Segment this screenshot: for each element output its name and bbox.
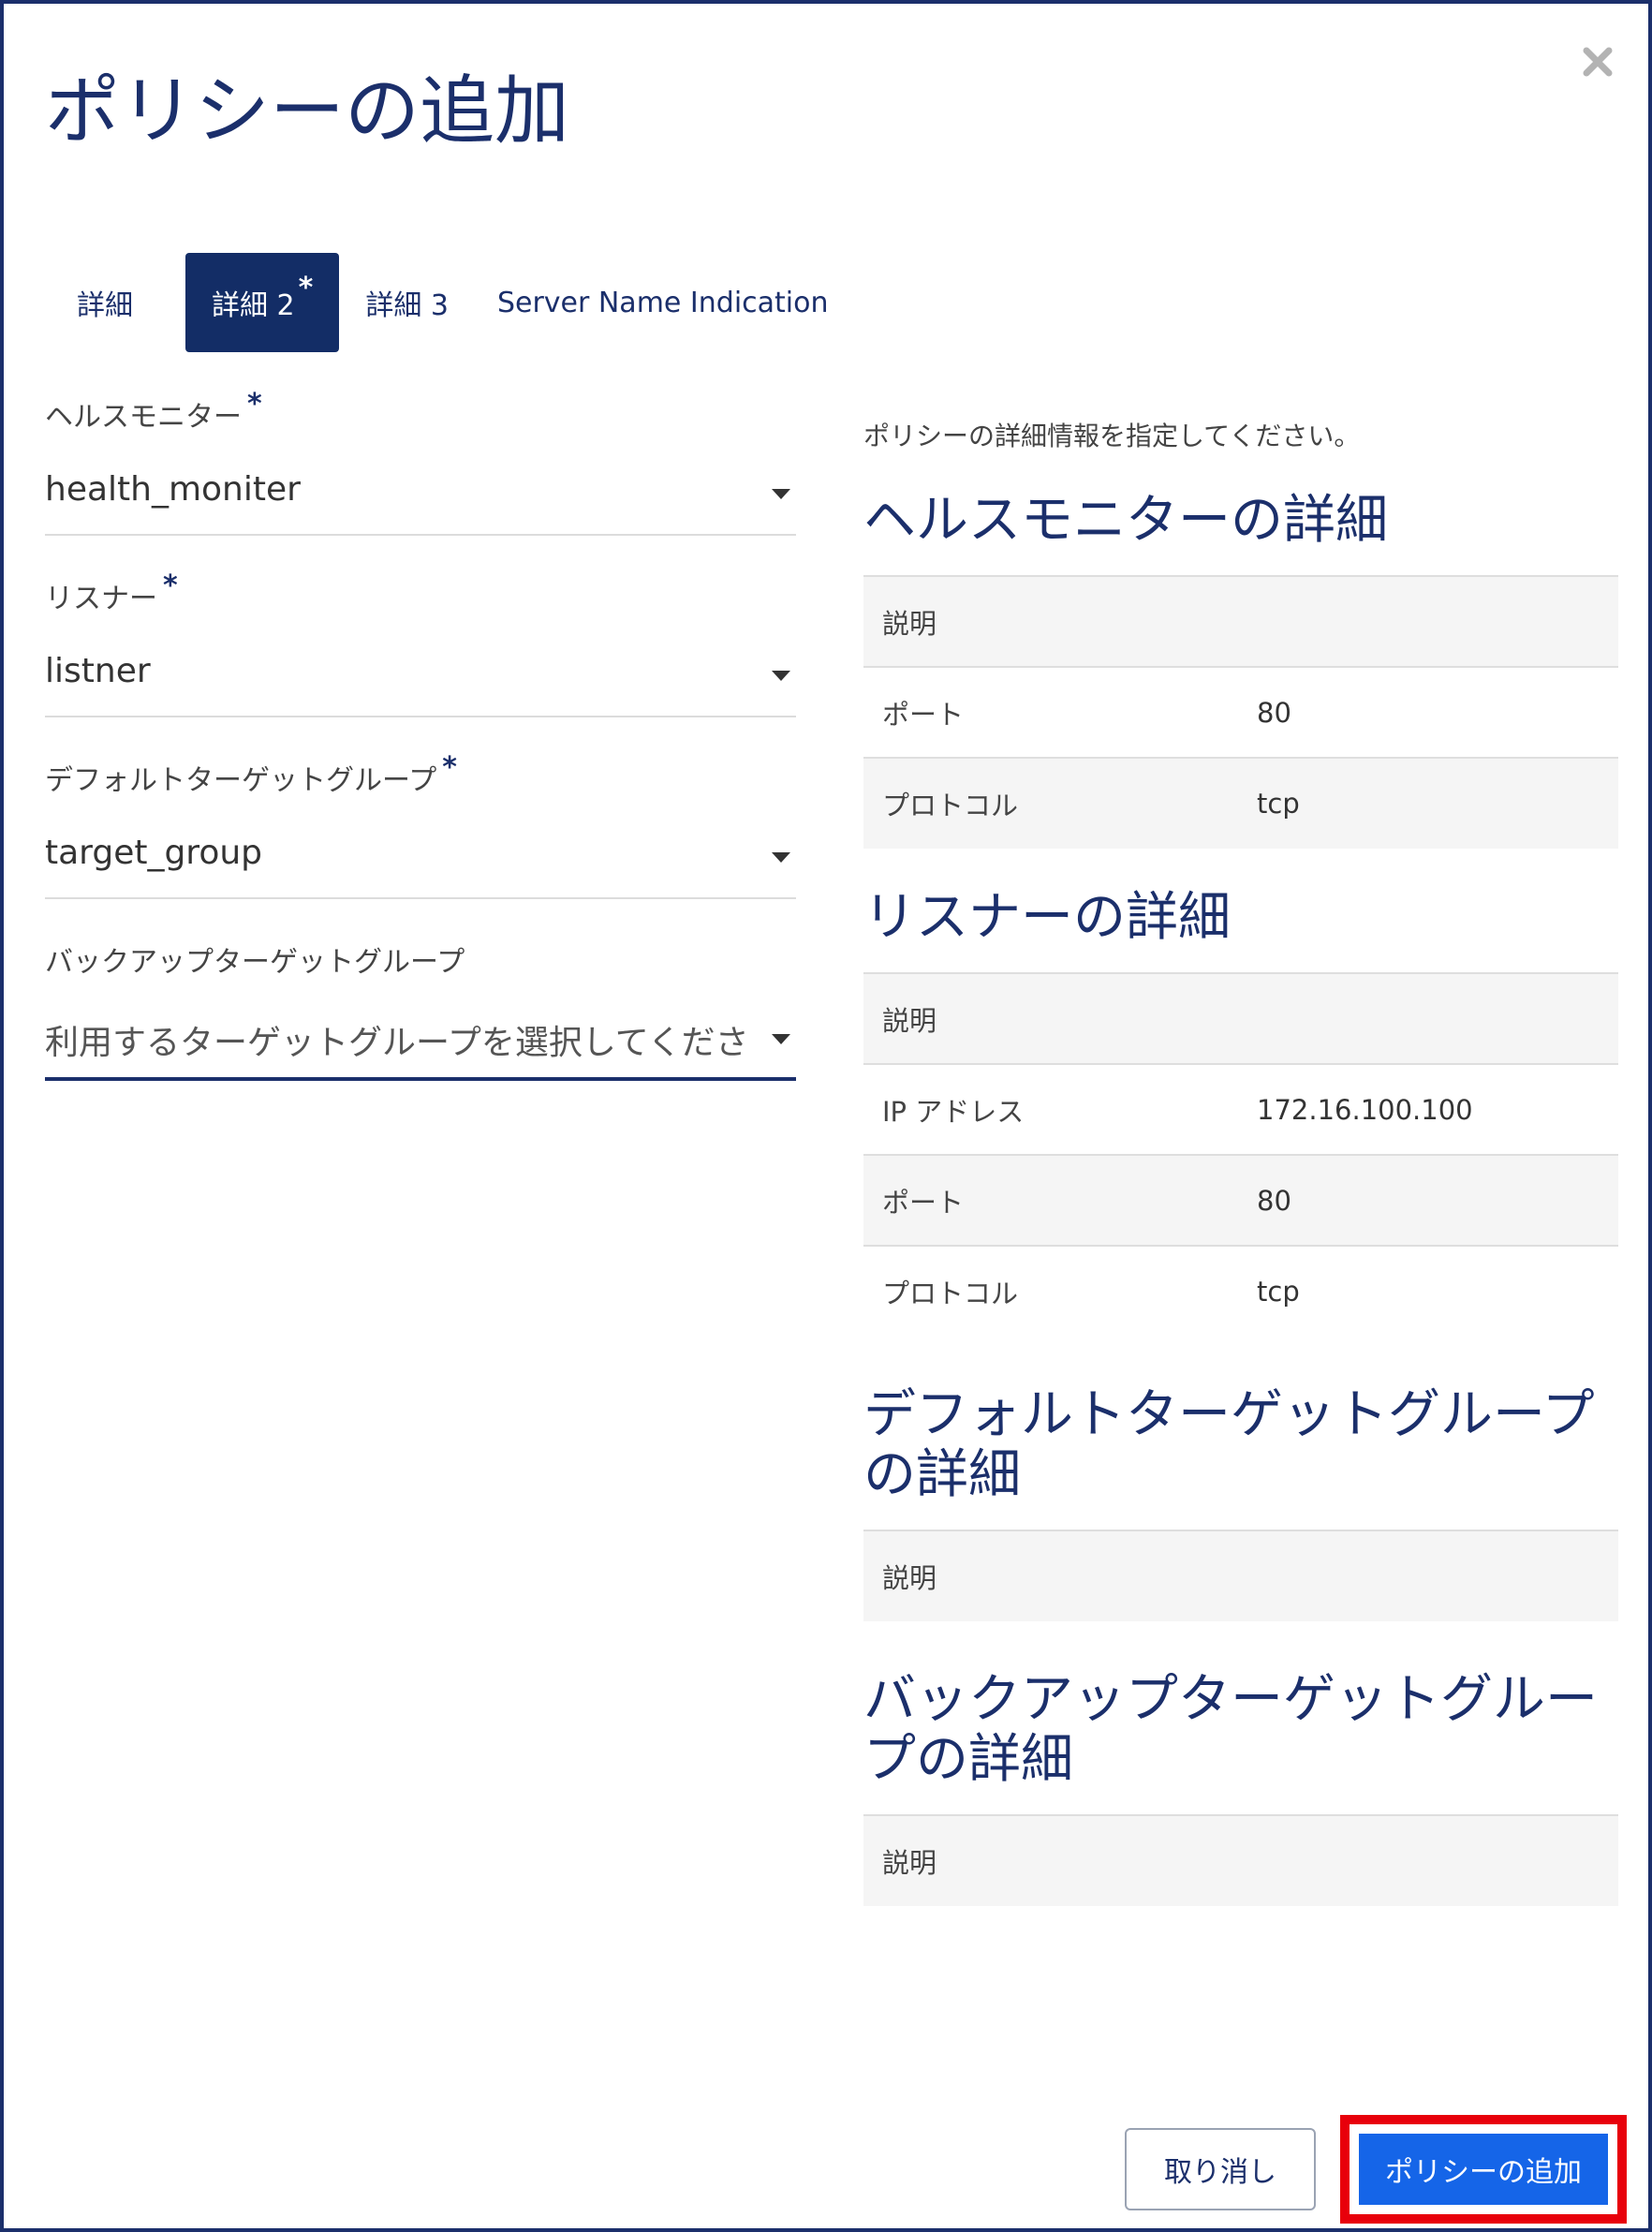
row-key: 説明 — [863, 972, 1238, 1064]
listener-select[interactable]: listner — [45, 643, 796, 717]
backup-target-group-details-table: 説明 — [863, 1814, 1618, 1906]
default-target-group-select[interactable]: target_group — [45, 824, 796, 899]
table-row: 説明 — [863, 575, 1618, 667]
health-monitor-details-title: ヘルスモニターの詳細 — [863, 490, 1388, 551]
policy-details-panel: ポリシーの詳細情報を指定してください。 ヘルスモニターの詳細 説明 ポート 80… — [863, 416, 1618, 1906]
row-key: プロトコル — [863, 1245, 1238, 1337]
default-target-group-field: デフォルトターゲットグループ * target_group — [45, 742, 796, 924]
row-value — [1238, 972, 1618, 1064]
row-value: tcp — [1238, 757, 1618, 849]
policy-form: ヘルスモニター * health_moniter リスナー * listner デフ… — [45, 378, 796, 1105]
row-key: 説明 — [863, 1814, 1238, 1906]
field-label: バックアップターゲットグループ — [45, 939, 465, 980]
row-value — [1238, 1814, 1618, 1906]
row-key: ポート — [863, 1154, 1238, 1246]
required-mark: * — [298, 271, 314, 304]
required-mark: * — [163, 569, 178, 602]
select-value: listner — [45, 652, 151, 690]
highlight-box: ポリシーの追加 — [1340, 2115, 1627, 2224]
caret-down-icon — [772, 671, 790, 681]
select-value: target_group — [45, 834, 263, 872]
health-monitor-label: ヘルスモニター — [45, 401, 242, 434]
cancel-button[interactable]: 取り消し — [1125, 2128, 1316, 2210]
details-intro: ポリシーの詳細情報を指定してください。 — [863, 421, 1361, 451]
required-mark: * — [442, 751, 457, 784]
caret-down-icon — [772, 1034, 790, 1044]
caret-down-icon — [772, 489, 790, 499]
row-key: IP アドレス — [863, 1063, 1238, 1155]
row-value: 80 — [1238, 1154, 1618, 1246]
listener-field: リスナー * listner — [45, 560, 796, 742]
listener-details-title: リスナーの詳細 — [863, 887, 1231, 948]
row-value — [1238, 575, 1618, 667]
add-policy-dialog: ポリシーの追加 詳細 詳細 2 * 詳細 3 Server Name Indica… — [0, 0, 1652, 2232]
dialog-title: ポリシーの追加 — [45, 67, 569, 155]
table-row: ポート 80 — [863, 1154, 1618, 1246]
row-value: tcp — [1238, 1245, 1618, 1337]
row-value: 172.16.100.100 — [1238, 1063, 1618, 1155]
backup-target-group-select[interactable]: 利用するターゲットグループを選択してくださ — [45, 1006, 796, 1081]
table-row: プロトコル tcp — [863, 757, 1618, 849]
caret-down-icon — [772, 852, 790, 863]
tab-server-name-indication[interactable]: Server Name Indication — [475, 253, 855, 352]
tab-label: 詳細 2 — [212, 289, 295, 322]
dialog-footer: 取り消し ポリシーの追加 — [1125, 2115, 1627, 2224]
health-monitor-select[interactable]: health_moniter — [45, 461, 796, 536]
tab-label: 詳細 3 — [365, 289, 449, 322]
listener-label: リスナー — [45, 583, 157, 615]
field-label: リスナー * — [45, 569, 178, 616]
default-target-group-details-table: 説明 — [863, 1530, 1618, 1621]
field-label: ヘルスモニター * — [45, 388, 262, 435]
row-key: プロトコル — [863, 757, 1238, 849]
tab-details-3[interactable]: 詳細 3 — [339, 253, 475, 352]
default-target-group-details-title: デフォルトターゲットグループの詳細 — [863, 1384, 1595, 1505]
listener-details-table: 説明 IP アドレス 172.16.100.100 ポート 80 プロトコル t… — [863, 972, 1618, 1337]
tab-label: Server Name Indication — [496, 286, 829, 319]
field-label: デフォルトターゲットグループ * — [45, 751, 457, 798]
add-policy-button[interactable]: ポリシーの追加 — [1359, 2134, 1608, 2205]
table-row: 説明 — [863, 1814, 1618, 1906]
tab-label: 詳細 — [77, 289, 133, 322]
select-value: health_moniter — [45, 470, 301, 509]
row-key: 説明 — [863, 575, 1238, 667]
required-mark: * — [247, 388, 262, 421]
health-monitor-details-table: 説明 ポート 80 プロトコル tcp — [863, 575, 1618, 849]
close-icon[interactable] — [1577, 41, 1618, 82]
select-placeholder: 利用するターゲットグループを選択してくださ — [45, 1024, 749, 1062]
tab-details-2[interactable]: 詳細 2 * — [185, 253, 340, 352]
row-value — [1238, 1530, 1618, 1621]
tab-bar: 詳細 詳細 2 * 詳細 3 Server Name Indication — [51, 253, 855, 352]
table-row: ポート 80 — [863, 666, 1618, 758]
row-value: 80 — [1238, 666, 1618, 758]
table-row: 説明 — [863, 972, 1618, 1064]
tab-details[interactable]: 詳細 — [51, 253, 159, 352]
row-key: ポート — [863, 666, 1238, 758]
row-key: 説明 — [863, 1530, 1238, 1621]
table-row: IP アドレス 172.16.100.100 — [863, 1063, 1618, 1155]
table-row: 説明 — [863, 1530, 1618, 1621]
backup-target-group-label: バックアップターゲットグループ — [45, 946, 465, 979]
health-monitor-field: ヘルスモニター * health_moniter — [45, 378, 796, 560]
table-row: プロトコル tcp — [863, 1245, 1618, 1337]
default-target-group-label: デフォルトターゲットグループ — [45, 764, 437, 797]
backup-target-group-details-title: バックアップターゲットグループの詳細 — [863, 1669, 1598, 1790]
backup-target-group-field: バックアップターゲットグループ 利用するターゲットグループを選択してくださ — [45, 924, 796, 1105]
